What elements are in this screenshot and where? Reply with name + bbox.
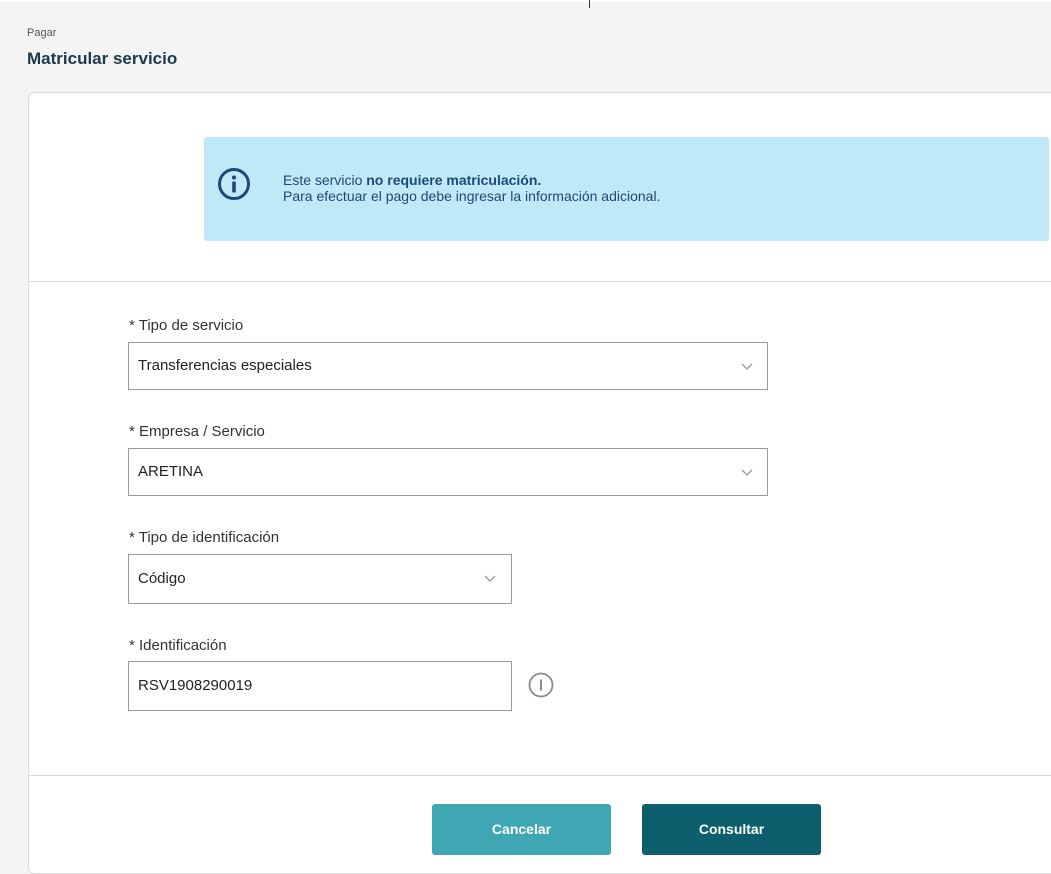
chevron-down-icon bbox=[741, 469, 753, 476]
top-tick-mark bbox=[589, 0, 590, 8]
tipo-servicio-select[interactable]: Transferencias especiales bbox=[128, 342, 768, 390]
empresa-label: * Empresa / Servicio bbox=[129, 423, 265, 440]
alert-line1-prefix: Este servicio bbox=[283, 172, 367, 188]
section-divider-bottom bbox=[28, 775, 1051, 776]
tipo-id-value: Código bbox=[138, 570, 186, 587]
identificacion-input[interactable]: RSV1908290019 bbox=[128, 661, 512, 711]
identificacion-label: * Identificación bbox=[129, 637, 227, 654]
alert-line1-bold: no requiere matriculación. bbox=[366, 172, 542, 188]
cancel-button[interactable]: Cancelar bbox=[432, 804, 611, 855]
page-title: Matricular servicio bbox=[27, 49, 178, 68]
tipo-servicio-value: Transferencias especiales bbox=[138, 357, 312, 374]
empresa-value: ARETINA bbox=[138, 463, 204, 480]
tipo-servicio-label: * Tipo de servicio bbox=[129, 317, 244, 334]
tipo-id-label: * Tipo de identificación bbox=[129, 529, 280, 546]
alert-message: Este servicio no requiere matriculación.… bbox=[283, 172, 660, 204]
top-bar bbox=[0, 0, 1051, 2]
tipo-id-select[interactable]: Código bbox=[128, 554, 512, 604]
identificacion-value: RSV1908290019 bbox=[138, 677, 253, 694]
chevron-down-icon bbox=[741, 363, 753, 370]
empresa-select[interactable]: ARETINA bbox=[128, 448, 768, 496]
alert-line2: Para efectuar el pago debe ingresar la i… bbox=[283, 188, 661, 204]
chevron-down-icon bbox=[484, 575, 496, 582]
section-divider-top bbox=[28, 281, 1051, 282]
breadcrumb[interactable]: Pagar bbox=[27, 27, 56, 39]
consultar-button[interactable]: Consultar bbox=[642, 804, 821, 855]
info-icon bbox=[218, 168, 250, 200]
info-icon[interactable] bbox=[528, 672, 554, 698]
